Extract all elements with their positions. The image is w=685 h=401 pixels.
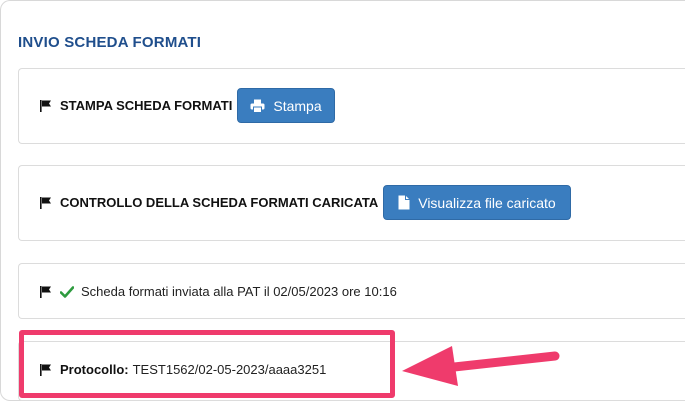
flag-icon <box>39 99 52 112</box>
flag-icon <box>39 285 52 298</box>
print-label: STAMPA SCHEDA FORMATI <box>60 98 233 113</box>
print-button-label: Stampa <box>273 97 322 114</box>
panel-check-file: CONTROLLO DELLA SCHEDA FORMATI CARICATA … <box>18 165 685 241</box>
view-file-button-label: Visualizza file caricato <box>418 194 556 211</box>
panel-print: STAMPA SCHEDA FORMATI Stampa <box>18 68 685 144</box>
annotation-arrow <box>402 346 560 386</box>
print-button[interactable]: Stampa <box>237 88 335 123</box>
check-icon <box>59 285 75 299</box>
print-icon <box>250 99 265 113</box>
flag-icon <box>39 196 52 209</box>
panel-status: Scheda formati inviata alla PAT il 02/05… <box>18 263 685 319</box>
highlight-box <box>19 330 395 398</box>
status-text: Scheda formati inviata alla PAT il 02/05… <box>81 284 397 299</box>
check-file-label: CONTROLLO DELLA SCHEDA FORMATI CARICATA <box>60 195 379 210</box>
view-uploaded-file-button[interactable]: Visualizza file caricato <box>383 185 571 220</box>
section-title: INVIO SCHEDA FORMATI <box>18 34 202 51</box>
file-icon <box>398 195 410 210</box>
